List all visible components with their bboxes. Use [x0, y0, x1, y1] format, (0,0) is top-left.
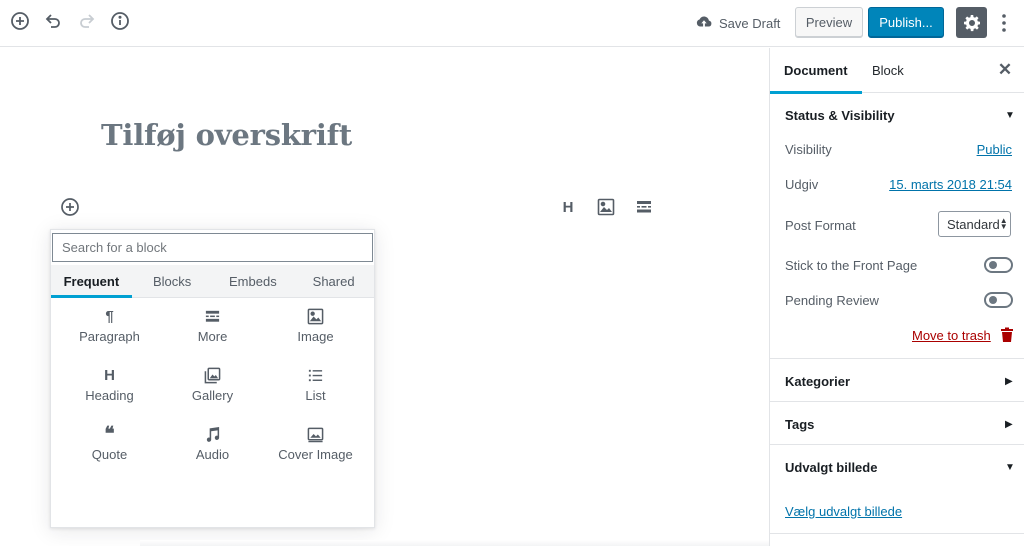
block-more[interactable]: More	[161, 306, 264, 352]
divider	[770, 444, 1024, 445]
add-block-icon[interactable]	[9, 10, 31, 32]
set-featured-image-link[interactable]: Vælg udvalgt billede	[785, 504, 902, 519]
tab-embeds[interactable]: Embeds	[213, 265, 294, 297]
block-label: More	[197, 329, 228, 344]
move-to-trash-link[interactable]: Move to trash	[912, 328, 991, 343]
visibility-link[interactable]: Public	[977, 142, 1012, 157]
save-draft-button[interactable]: Save Draft	[695, 12, 780, 34]
block-search	[51, 233, 374, 265]
block-gallery[interactable]: Gallery	[161, 365, 264, 411]
block-label: Image	[297, 329, 334, 344]
heading-icon: H	[104, 366, 115, 384]
chevron-right-icon[interactable]: ▶	[1005, 419, 1013, 430]
inline-add-block-icon[interactable]	[59, 196, 81, 218]
divider	[770, 358, 1024, 359]
editor-header: Save Draft Preview Publish...	[0, 0, 1024, 47]
chevron-down-icon[interactable]: ▼	[1005, 462, 1015, 473]
publish-date-label: Udgiv	[785, 177, 819, 192]
categories-title[interactable]: Kategorier	[785, 374, 850, 389]
select-arrows-icon: ▲ ▼	[999, 216, 1008, 231]
divider	[770, 401, 1024, 402]
block-label: Quote	[91, 447, 128, 462]
tab-frequent[interactable]: Frequent	[51, 265, 132, 298]
block-image[interactable]: Image	[264, 306, 367, 352]
status-visibility-title[interactable]: Status & Visibility	[785, 108, 895, 123]
quick-image-icon[interactable]	[595, 196, 617, 218]
audio-icon	[204, 424, 221, 444]
quick-heading-glyph: H	[562, 198, 574, 216]
chevron-down-icon[interactable]: ▼	[1005, 110, 1015, 121]
block-list[interactable]: List	[264, 365, 367, 411]
close-icon[interactable]: ✕	[996, 60, 1014, 79]
gallery-icon	[204, 365, 221, 385]
more-options-icon[interactable]	[994, 10, 1014, 36]
block-search-input[interactable]	[52, 233, 373, 262]
gear-icon	[962, 13, 982, 33]
inserter-tabs: Frequent Blocks Embeds Shared	[51, 265, 374, 298]
undo-icon[interactable]	[42, 10, 64, 32]
block-list: ¶ Paragraph More Image H Heading Gallery	[51, 306, 374, 470]
publish-date-link[interactable]: 15. marts 2018 21:54	[889, 177, 1012, 192]
block-label: Audio	[195, 447, 230, 462]
save-draft-label: Save Draft	[719, 15, 781, 31]
list-icon	[307, 365, 324, 385]
toggle-knob	[989, 296, 997, 304]
block-paragraph[interactable]: ¶ Paragraph	[58, 306, 161, 352]
block-quote[interactable]: ❝ Quote	[58, 424, 161, 470]
settings-toggle-button[interactable]	[956, 7, 987, 38]
sidebar-header: Document Block ✕	[770, 48, 1024, 94]
cover-image-icon	[307, 424, 324, 444]
pending-review-label: Pending Review	[785, 293, 879, 308]
block-audio[interactable]: Audio	[161, 424, 264, 470]
quick-more-icon[interactable]	[633, 196, 655, 218]
toggle-knob	[989, 261, 997, 269]
post-format-select[interactable]: Standard ▲ ▼	[938, 211, 1011, 237]
block-label: Paragraph	[79, 329, 140, 344]
block-label: Gallery	[191, 388, 234, 403]
tab-blocks[interactable]: Blocks	[132, 265, 213, 297]
canvas-bottom-shadow	[140, 540, 769, 546]
preview-button[interactable]: Preview	[795, 7, 863, 38]
block-inserter-popover: Frequent Blocks Embeds Shared ¶ Paragrap…	[50, 229, 375, 528]
tab-block[interactable]: Block	[872, 48, 904, 93]
quote-icon: ❝	[104, 423, 115, 445]
featured-image-title[interactable]: Udvalgt billede	[785, 460, 877, 475]
divider	[770, 533, 1024, 534]
post-format-value: Standard	[947, 216, 1000, 232]
block-cover-image[interactable]: Cover Image	[264, 424, 367, 470]
chevron-right-icon[interactable]: ▶	[1005, 376, 1013, 387]
tab-shared[interactable]: Shared	[293, 265, 374, 297]
more-icon	[204, 306, 221, 326]
tags-title[interactable]: Tags	[785, 417, 814, 432]
info-icon[interactable]	[109, 10, 131, 32]
block-heading[interactable]: H Heading	[58, 365, 161, 411]
pending-review-toggle[interactable]	[984, 292, 1013, 308]
settings-sidebar: Document Block ✕ Status & Visibility ▼ V…	[769, 48, 1024, 546]
sticky-label: Stick to the Front Page	[785, 258, 918, 273]
block-label: Cover Image	[278, 447, 353, 462]
post-format-label: Post Format	[785, 218, 856, 233]
trash-icon[interactable]	[999, 327, 1015, 343]
block-label: Heading	[85, 388, 134, 403]
sticky-toggle[interactable]	[984, 257, 1013, 273]
tab-document[interactable]: Document	[770, 48, 862, 94]
paragraph-icon: ¶	[105, 307, 114, 325]
quick-heading-icon[interactable]: H	[557, 196, 579, 218]
redo-icon[interactable]	[76, 10, 98, 32]
cloud-upload-icon	[695, 13, 713, 34]
image-icon	[307, 306, 324, 326]
publish-button[interactable]: Publish...	[868, 7, 944, 38]
block-label: List	[305, 388, 326, 403]
post-title-placeholder[interactable]: Tilføj overskrift	[101, 118, 352, 152]
visibility-label: Visibility	[785, 142, 832, 157]
